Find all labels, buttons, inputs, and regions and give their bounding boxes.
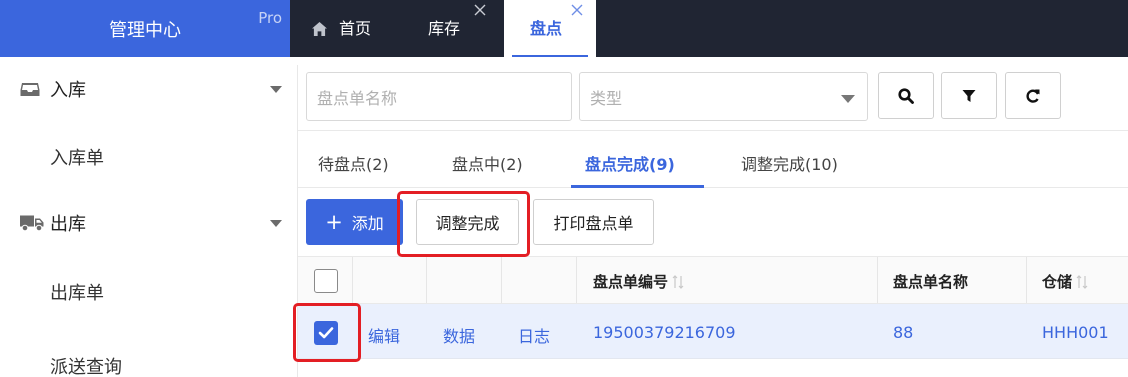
search-bar: 盘点单名称 类型: [298, 57, 1128, 131]
refresh-icon: [1026, 89, 1040, 103]
sidebar-item-outbound-order[interactable]: 出库单: [50, 279, 104, 305]
tab-inventory-check-label: 盘点: [529, 18, 562, 38]
row-warehouse: HHH001: [1042, 323, 1109, 342]
row-code: 19500379216709: [593, 323, 736, 342]
column-header-name[interactable]: 盘点单名称: [893, 271, 968, 292]
tab-inventory-check-close-icon[interactable]: [571, 4, 583, 16]
tab-check-complete[interactable]: 盘点完成(9): [585, 151, 675, 175]
print-check-sheet-button[interactable]: 打印盘点单: [533, 199, 654, 245]
sidebar-group-outbound[interactable]: 出库: [0, 195, 298, 251]
type-select-placeholder: 类型: [590, 88, 623, 108]
type-select[interactable]: 类型: [579, 72, 868, 121]
tab-home-label: 首页: [339, 18, 372, 38]
chevron-down-icon: [270, 220, 282, 227]
column-header-name-label: 盘点单名称: [893, 273, 969, 291]
check-name-input[interactable]: 盘点单名称: [306, 72, 572, 121]
home-icon: [312, 21, 327, 36]
top-tab-bar: 首页 库存 盘点: [290, 0, 1128, 57]
sidebar-group-inbound-label: 入库: [50, 80, 86, 101]
tab-home[interactable]: 首页: [312, 0, 371, 57]
app-title: 管理中心: [109, 20, 181, 41]
tab-stock-label: 库存: [428, 18, 461, 38]
column-divider: [352, 257, 353, 303]
pro-badge: Pro: [258, 9, 282, 27]
row-data-link[interactable]: 数据: [443, 323, 475, 347]
row-name: 88: [893, 323, 914, 342]
tab-adjust-complete[interactable]: 调整完成(10): [741, 151, 838, 175]
sort-icon: [672, 274, 684, 289]
column-header-warehouse[interactable]: 仓储: [1042, 271, 1088, 292]
refresh-button[interactable]: [1005, 72, 1061, 119]
table-row[interactable]: 编辑 数据 日志 19500379216709 88 HHH001: [298, 304, 1128, 359]
action-toolbar: + 添加 调整完成 打印盘点单: [298, 188, 1128, 256]
chevron-down-icon: [270, 86, 282, 93]
column-divider: [576, 257, 577, 303]
filter-icon: [962, 89, 976, 102]
row-log-link[interactable]: 日志: [518, 323, 550, 347]
column-header-code[interactable]: 盘点单编号: [593, 271, 684, 292]
row-checkbox[interactable]: [314, 321, 338, 345]
status-tabs: 待盘点(2) 盘点中(2) 盘点完成(9) 调整完成(10): [298, 131, 1128, 188]
filter-button[interactable]: [941, 72, 997, 119]
sidebar-group-inbound[interactable]: 入库: [0, 61, 298, 117]
tab-stock[interactable]: 库存: [428, 0, 460, 57]
sort-icon: [1076, 274, 1088, 289]
search-icon: [898, 87, 914, 104]
sidebar-group-outbound-label: 出库: [50, 214, 86, 235]
row-edit-link[interactable]: 编辑: [368, 323, 400, 347]
column-header-code-label: 盘点单编号: [593, 273, 669, 291]
tab-pending-check[interactable]: 待盘点(2): [318, 151, 389, 175]
search-button[interactable]: [878, 72, 934, 119]
inbox-icon: [20, 83, 40, 96]
column-divider: [1026, 257, 1027, 303]
add-button-label: 添加: [351, 214, 384, 233]
sidebar: 入库 入库单 出库 出库单 派送查询: [0, 57, 298, 377]
truck-icon: [20, 215, 44, 232]
adjust-complete-button[interactable]: 调整完成: [416, 199, 519, 245]
column-divider: [501, 257, 502, 303]
checkmark-icon: [318, 327, 334, 339]
sidebar-item-delivery-query[interactable]: 派送查询: [50, 353, 122, 377]
chevron-down-icon: [841, 95, 855, 103]
add-button[interactable]: + 添加: [306, 199, 403, 245]
sidebar-item-inbound-order[interactable]: 入库单: [50, 144, 104, 170]
tab-stock-close-icon[interactable]: [474, 4, 486, 16]
column-header-warehouse-label: 仓储: [1042, 273, 1073, 291]
column-divider: [426, 257, 427, 303]
brand-header: 管理中心 Pro: [0, 0, 290, 57]
column-divider: [877, 257, 878, 303]
tab-checking[interactable]: 盘点中(2): [452, 151, 523, 175]
table-header: 盘点单编号 盘点单名称 仓储: [298, 256, 1128, 304]
select-all-checkbox[interactable]: [314, 269, 338, 293]
plus-icon: +: [325, 209, 343, 234]
